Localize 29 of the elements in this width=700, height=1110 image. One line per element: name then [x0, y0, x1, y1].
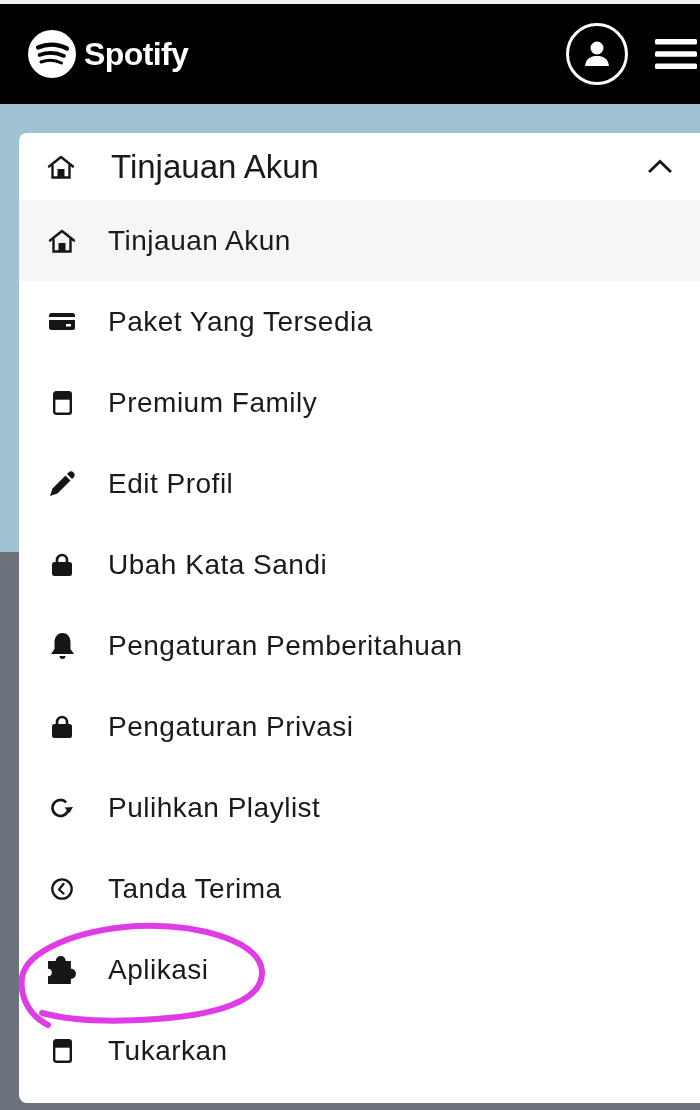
menu-item[interactable]: Tukarkan [19, 1010, 700, 1091]
menu-item[interactable]: Paket Yang Tersedia [19, 281, 700, 362]
menu-icon[interactable] [655, 39, 697, 69]
lock-icon [52, 715, 72, 738]
home-icon [48, 228, 76, 253]
menu-item[interactable]: Ubah Kata Sandi [19, 524, 700, 605]
home-icon [47, 154, 75, 179]
menu-item[interactable]: Pengaturan Pemberitahuan [19, 605, 700, 686]
bell-icon [49, 631, 75, 660]
lock-icon [52, 553, 72, 576]
account-button[interactable] [566, 23, 628, 85]
logo-icon[interactable] [28, 30, 76, 78]
refresh-icon [50, 796, 74, 819]
menu-item[interactable]: Aplikasi [19, 929, 700, 1010]
person-icon [585, 41, 609, 66]
logo-text[interactable]: Spotify [84, 35, 189, 73]
clock-icon [51, 877, 73, 900]
puzzle-piece-icon [48, 955, 76, 984]
calendar-icon [52, 1038, 72, 1063]
menu-item[interactable]: Pulihkan Playlist [19, 767, 700, 848]
menu-item[interactable]: Pengaturan Privasi [19, 686, 700, 767]
menu-item[interactable]: Tanda Terima [19, 848, 700, 929]
menu-item[interactable]: Tinjauan Akun [19, 200, 700, 281]
menu-item[interactable]: Premium Family [19, 362, 700, 443]
menu-header[interactable]: Tinjauan Akun [19, 133, 700, 200]
credit-card-icon [49, 313, 75, 330]
menu-item[interactable]: Edit Profil [19, 443, 700, 524]
pencil-icon [49, 470, 75, 497]
calendar-icon [52, 390, 72, 415]
